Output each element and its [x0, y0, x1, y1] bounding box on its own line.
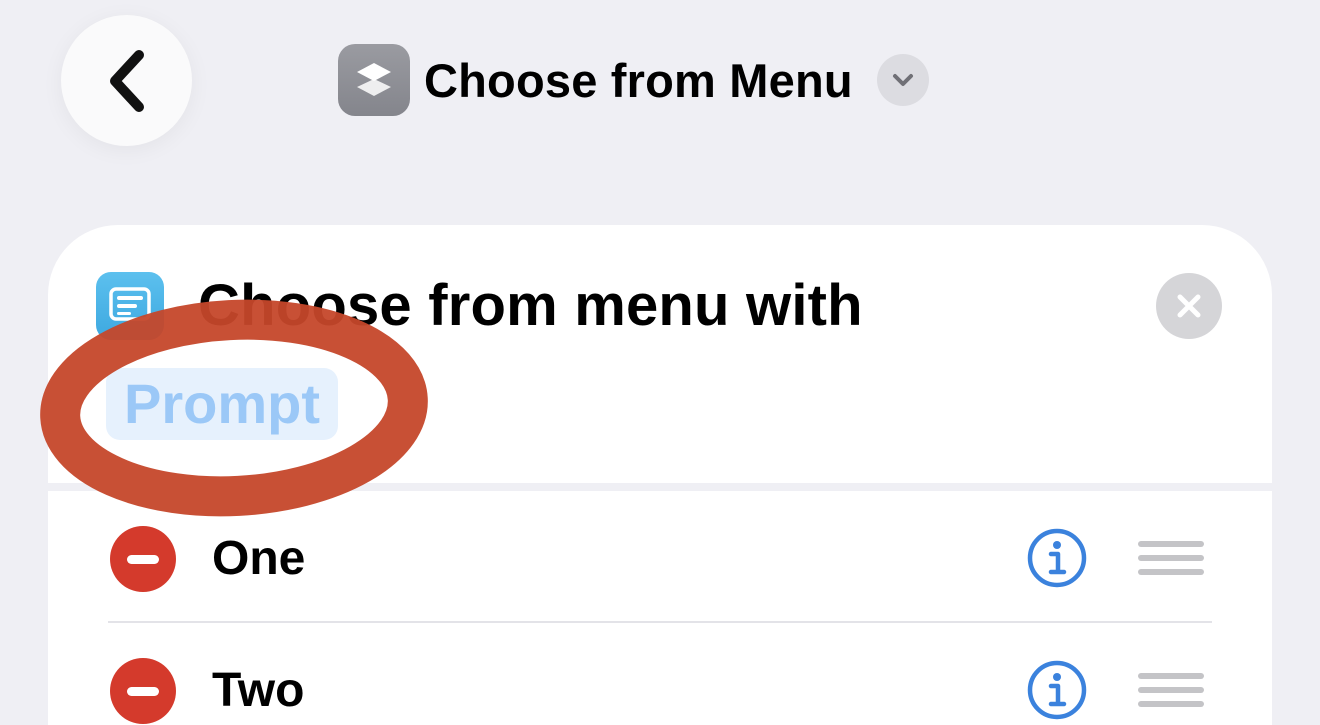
- menu-items-list: One Two: [48, 491, 1272, 725]
- page-title: Choose from Menu: [424, 53, 853, 107]
- delete-item-button[interactable]: [110, 658, 176, 724]
- menu-item-label[interactable]: Two: [212, 667, 304, 715]
- close-icon: [1177, 294, 1201, 318]
- remove-action-button[interactable]: [1156, 273, 1222, 339]
- shortcut-title-menu[interactable]: Choose from Menu: [338, 44, 929, 116]
- menu-item-label[interactable]: One: [212, 535, 305, 583]
- menu-list-icon: [96, 272, 164, 340]
- action-description: Choose from menu with: [198, 273, 863, 338]
- layers-icon: [338, 44, 410, 116]
- drag-handle-icon[interactable]: [1138, 541, 1204, 575]
- back-button[interactable]: [61, 15, 192, 146]
- delete-item-button[interactable]: [110, 526, 176, 592]
- info-icon[interactable]: [1026, 659, 1088, 721]
- list-item: One: [48, 491, 1272, 623]
- minus-icon: [127, 686, 159, 696]
- chevron-down-icon[interactable]: [876, 54, 929, 106]
- info-icon[interactable]: [1026, 527, 1088, 589]
- prompt-field[interactable]: Prompt: [106, 368, 338, 440]
- drag-handle-icon[interactable]: [1138, 673, 1204, 707]
- list-item: Two: [48, 623, 1272, 725]
- action-card: Choose from menu with Prompt One Two: [48, 225, 1272, 725]
- chevron-left-icon: [109, 49, 144, 112]
- minus-icon: [127, 554, 159, 564]
- section-divider: [48, 483, 1272, 491]
